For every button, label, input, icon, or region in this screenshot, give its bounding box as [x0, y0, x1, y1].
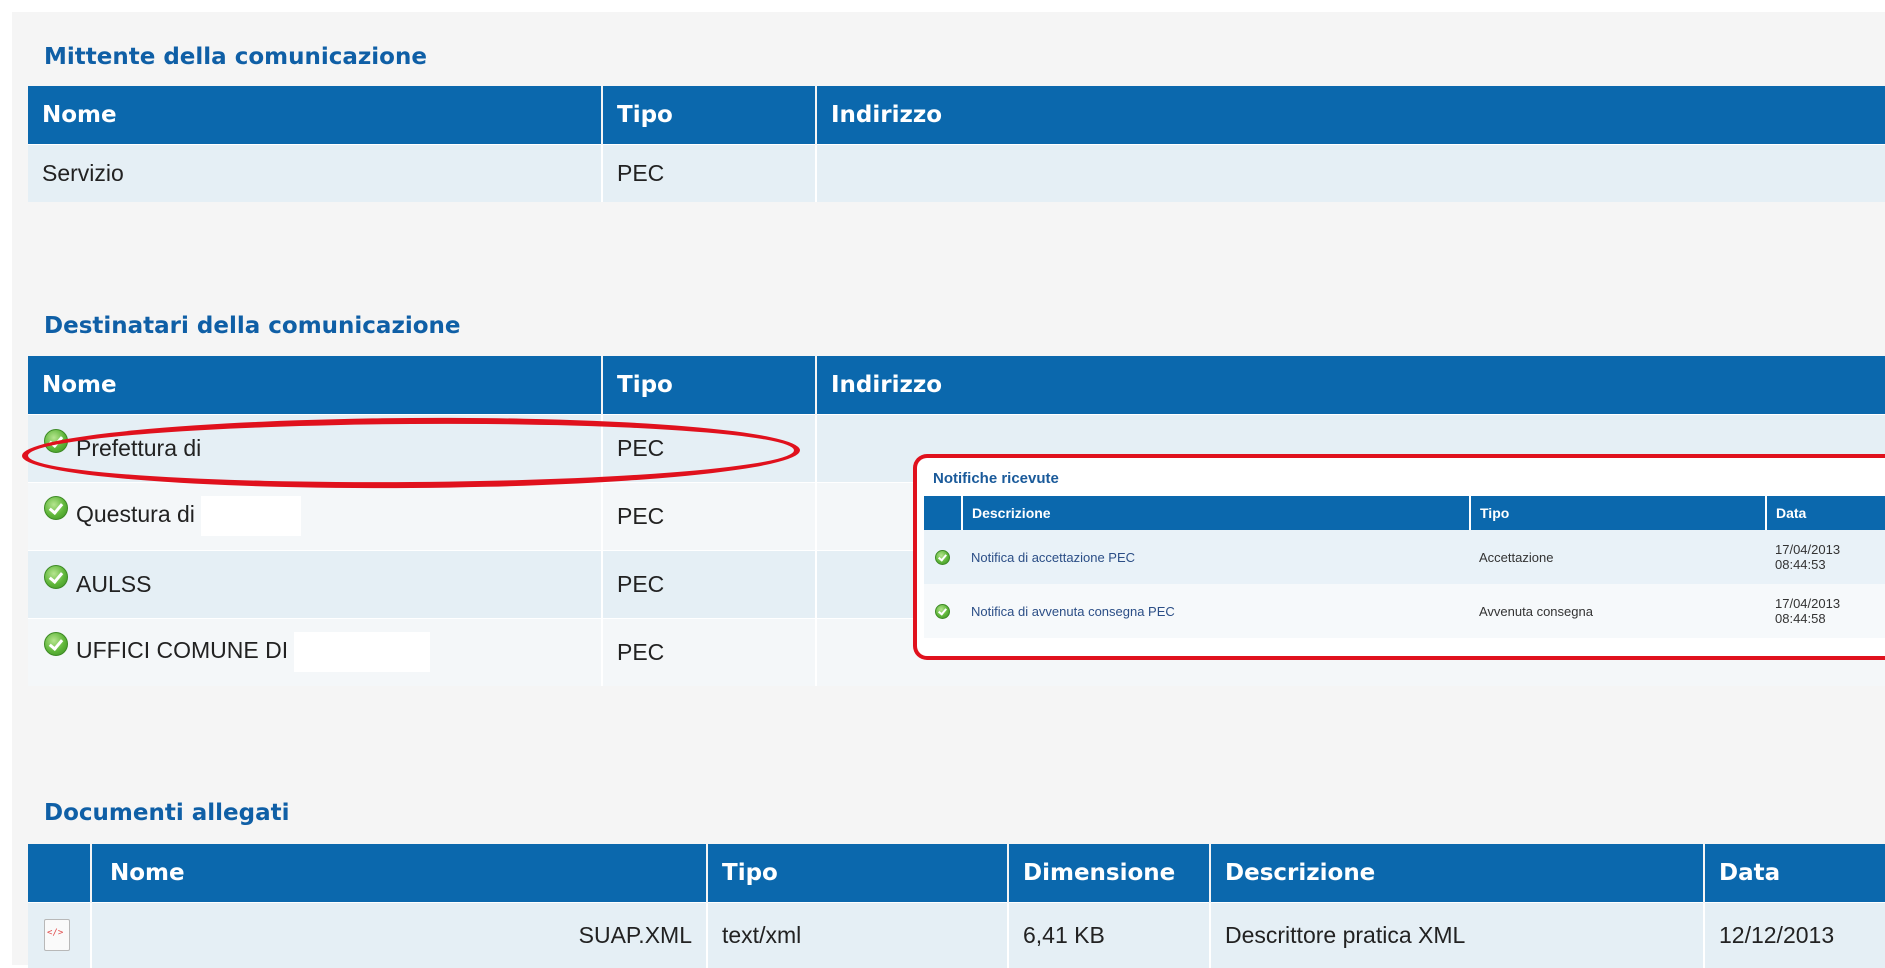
column-header-tipo[interactable]: Tipo [1469, 496, 1766, 530]
column-header-data[interactable]: Data [1703, 844, 1885, 902]
notifica-link[interactable]: Notifica di accettazione PEC [962, 530, 1470, 584]
document-link[interactable]: SUAP.XML [90, 901, 707, 968]
column-header-tipo[interactable]: Tipo [601, 356, 816, 414]
recipient-name: UFFICI COMUNE DI [76, 637, 289, 664]
cell-tipo: PEC [601, 549, 816, 618]
cell-dimensione: 6,41 KB [1007, 901, 1210, 968]
check-circle-icon [935, 550, 950, 566]
cell-icon [28, 901, 91, 968]
column-header-nome[interactable]: Nome [28, 86, 602, 144]
column-header-status [924, 496, 962, 530]
table-header-row: Nome Tipo Indirizzo [28, 86, 1885, 144]
cell-nome: AULSS [28, 549, 602, 618]
table-header-row: Nome Tipo Dimensione Descrizione Data [28, 844, 1885, 902]
check-circle-icon [935, 604, 950, 620]
documenti-table: Nome Tipo Dimensione Descrizione Data SU… [28, 844, 1885, 968]
cell-tipo: Accettazione [1470, 530, 1766, 584]
cell-status [924, 530, 962, 584]
cell-data: 17/04/2013 08:44:53 [1766, 530, 1885, 584]
recipient-name: AULSS [76, 570, 152, 597]
column-header-nome[interactable]: Nome [90, 844, 707, 902]
notifiche-popup: Notifiche ricevute Descrizione Tipo Data… [913, 454, 1885, 660]
cell-nome: Questura di [28, 481, 602, 550]
column-header-tipo[interactable]: Tipo [601, 86, 816, 144]
redaction-block [200, 496, 301, 536]
check-circle-icon [44, 565, 68, 590]
cell-descrizione: Descrittore pratica XML [1209, 901, 1704, 968]
cell-tipo: Avvenuta consegna [1470, 584, 1766, 638]
cell-nome: UFFICI COMUNE DI [28, 617, 602, 686]
cell-indirizzo [815, 143, 1885, 202]
table-row[interactable]: SUAP.XML text/xml 6,41 KB Descrittore pr… [28, 901, 1885, 968]
column-header-dimensione[interactable]: Dimensione [1007, 844, 1210, 902]
cell-tipo: PEC [601, 617, 816, 686]
table-row[interactable]: Notifica di accettazione PEC Accettazion… [924, 530, 1885, 584]
table-header-row: Nome Tipo Indirizzo [28, 356, 1885, 414]
notifica-link[interactable]: Notifica di avvenuta consegna PEC [962, 584, 1470, 638]
column-header-icon [28, 844, 91, 902]
column-header-indirizzo[interactable]: Indirizzo [815, 86, 1885, 144]
xml-file-icon[interactable] [44, 919, 70, 952]
table-row: Servizio PEC [28, 143, 1885, 202]
notifiche-title: Notifiche ricevute [933, 470, 1059, 487]
time-value: 08:44:53 [1775, 557, 1826, 572]
section-title-mittente: Mittente della comunicazione [44, 44, 427, 70]
recipient-name: Questura di [76, 501, 195, 528]
notifiche-table: Descrizione Tipo Data Notifica di accett… [924, 496, 1885, 638]
cell-tipo: PEC [601, 481, 816, 550]
column-header-nome[interactable]: Nome [28, 356, 602, 414]
redaction-block [294, 632, 431, 673]
check-circle-icon [44, 496, 68, 520]
column-header-data[interactable]: Data [1765, 496, 1885, 530]
cell-data: 17/04/2013 08:44:58 [1766, 584, 1885, 638]
column-header-indirizzo[interactable]: Indirizzo [815, 356, 1885, 414]
check-circle-icon [44, 632, 68, 657]
column-header-descrizione[interactable]: Descrizione [961, 496, 1470, 530]
cell-nome: Servizio [28, 143, 602, 202]
table-row[interactable]: Notifica di avvenuta consegna PEC Avvenu… [924, 584, 1885, 638]
section-title-documenti: Documenti allegati [44, 800, 290, 826]
section-title-destinatari: Destinatari della comunicazione [44, 313, 461, 339]
table-header-row: Descrizione Tipo Data [924, 496, 1885, 530]
column-header-descrizione[interactable]: Descrizione [1209, 844, 1704, 902]
column-header-tipo[interactable]: Tipo [706, 844, 1008, 902]
time-value: 08:44:58 [1775, 611, 1826, 626]
date-value: 17/04/2013 [1775, 542, 1841, 557]
cell-tipo: PEC [601, 143, 816, 202]
cell-tipo: text/xml [706, 901, 1008, 968]
date-value: 17/04/2013 [1775, 596, 1841, 611]
mittente-table: Nome Tipo Indirizzo Servizio PEC [28, 86, 1885, 202]
cell-data: 12/12/2013 [1703, 901, 1885, 968]
cell-status [924, 584, 962, 638]
